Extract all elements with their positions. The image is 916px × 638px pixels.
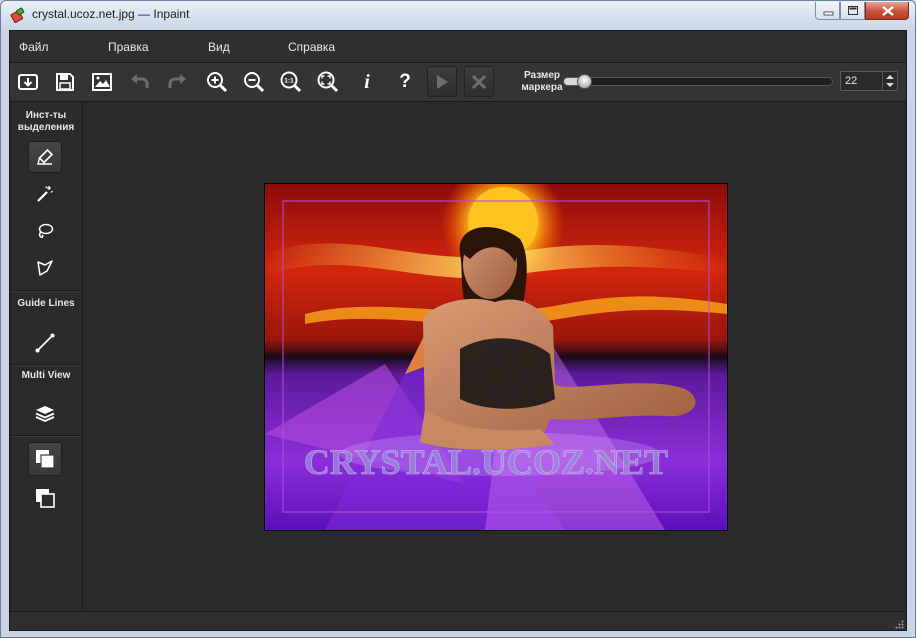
save-icon (56, 73, 74, 91)
resize-grip-icon[interactable] (894, 619, 904, 629)
menu-help[interactable]: Справка (288, 40, 335, 54)
maximize-icon (848, 6, 858, 15)
help-icon: ? (399, 71, 411, 92)
title-bar[interactable]: crystal.ucoz.net.jpg — Inpaint (1, 1, 915, 29)
undo-button[interactable] (126, 68, 154, 96)
zoom-in-icon (207, 72, 228, 93)
lasso-tool-button[interactable] (28, 215, 62, 247)
redo-icon (168, 74, 186, 88)
photo-artwork: CRYSTAL.UCOZ.NET (265, 184, 727, 530)
open-icon (18, 74, 38, 90)
save-button[interactable] (51, 68, 79, 96)
marker-size-slider-thumb[interactable] (577, 74, 592, 89)
help-button[interactable]: ? (391, 68, 419, 96)
sidebar-separator (10, 364, 82, 365)
duplicate-view-icon (36, 489, 55, 508)
redo-button[interactable] (163, 68, 191, 96)
guide-line-tool-button[interactable] (28, 327, 62, 359)
info-button[interactable]: i (353, 68, 381, 96)
run-icon (437, 74, 448, 89)
minimize-icon (823, 11, 834, 16)
marker-size-value[interactable]: 22 (845, 75, 857, 87)
actual-size-icon: 1:1 (280, 71, 302, 93)
menu-bar: Файл Правка Вид Справка (10, 31, 906, 63)
actual-size-label: 1:1 (284, 78, 294, 85)
zoom-in-button[interactable] (203, 68, 231, 96)
window-controls (815, 2, 909, 21)
image-canvas[interactable]: CRYSTAL.UCOZ.NET (83, 102, 906, 610)
magic-wand-tool-button[interactable] (28, 178, 62, 210)
open-button[interactable] (14, 68, 42, 96)
lasso-icon (38, 223, 54, 238)
polygonal-lasso-icon (37, 260, 53, 276)
window-title: crystal.ucoz.net.jpg — Inpaint (32, 7, 190, 21)
spin-down-icon[interactable] (886, 83, 894, 87)
duplicate-view-button[interactable] (28, 482, 62, 514)
app-window: crystal.ucoz.net.jpg — Inpaint Файл Прав… (0, 0, 916, 638)
stop-button[interactable] (464, 66, 494, 97)
layers-icon (35, 406, 55, 422)
marker-size-spin-buttons (882, 72, 897, 90)
toolbar: 1:1 i ? Размер маркера 22 (10, 63, 906, 102)
undo-icon (131, 74, 149, 88)
layers-tool-button[interactable] (28, 398, 62, 430)
marker-tool-button[interactable] (28, 141, 62, 173)
guide-line-icon (35, 333, 55, 353)
zoom-out-button[interactable] (240, 68, 268, 96)
minimize-button[interactable] (815, 2, 840, 20)
stop-icon (471, 74, 487, 89)
guide-lines-heading: Guide Lines (17, 298, 75, 309)
photo-image[interactable]: CRYSTAL.UCOZ.NET (264, 183, 728, 531)
maximize-button[interactable] (840, 2, 865, 20)
info-icon: i (364, 70, 370, 93)
actual-size-button[interactable]: 1:1 (277, 68, 305, 96)
sidebar-separator (10, 435, 82, 436)
single-view-icon (36, 450, 55, 469)
marker-size-spinbox[interactable]: 22 (840, 71, 898, 91)
inpaint-app-icon (10, 7, 25, 23)
marker-size-slider[interactable] (563, 74, 833, 89)
fit-button[interactable] (314, 68, 342, 96)
magic-wand-icon (37, 186, 53, 202)
menu-edit[interactable]: Правка (108, 40, 149, 54)
status-bar (10, 611, 906, 630)
zoom-out-icon (244, 72, 265, 93)
image-icon (92, 73, 112, 91)
image-button[interactable] (88, 68, 116, 96)
run-button[interactable] (427, 66, 457, 97)
menu-file[interactable]: Файл (19, 40, 49, 54)
app-client-area: Файл Правка Вид Справка 1:1 i ? Размер м… (9, 30, 907, 631)
fit-icon (317, 71, 339, 93)
selection-tools-heading: Инст-ты выделения (17, 110, 75, 133)
multi-view-heading: Multi View (21, 370, 71, 381)
polygonal-lasso-tool-button[interactable] (28, 252, 62, 284)
tools-sidebar: Инст-ты выделения Guide Lines Multi View (10, 102, 83, 610)
watermark-text: CRYSTAL.UCOZ.NET (304, 442, 668, 482)
marker-icon (37, 148, 54, 165)
sidebar-separator (10, 290, 82, 291)
close-icon (882, 6, 894, 16)
spin-up-icon[interactable] (886, 75, 894, 79)
menu-view[interactable]: Вид (208, 40, 230, 54)
single-view-button[interactable] (28, 442, 62, 476)
close-button[interactable] (865, 2, 909, 20)
